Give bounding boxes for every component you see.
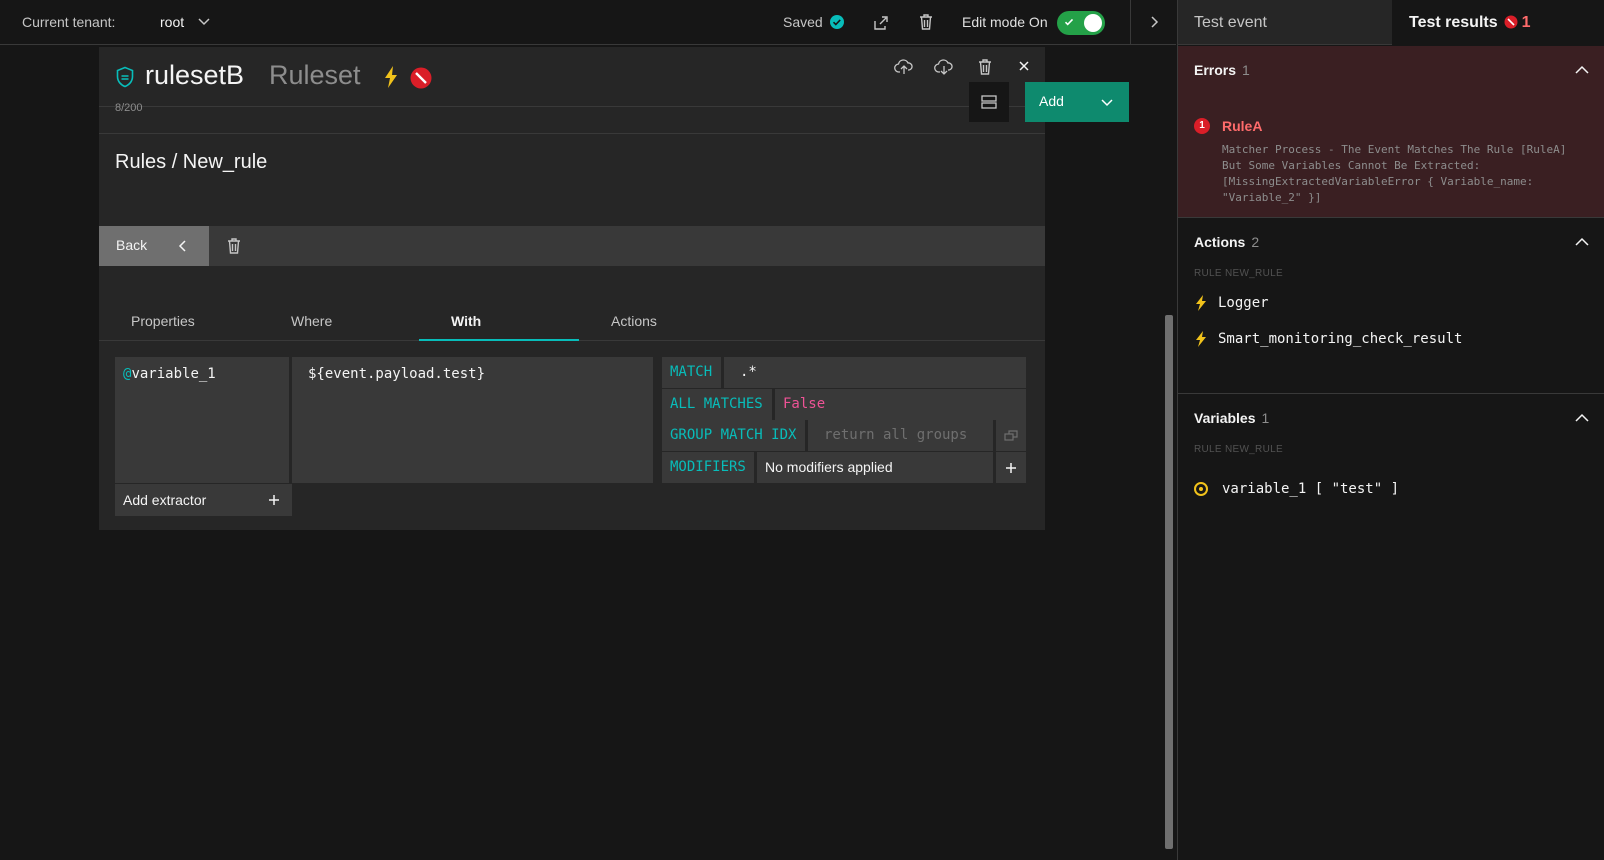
- error-rule-name[interactable]: RuleA: [1222, 118, 1262, 134]
- group-match-idx-input[interactable]: return all groups: [808, 420, 993, 451]
- chevron-right-icon: [1146, 14, 1162, 30]
- variables-group-label: RULE NEW_RULE: [1194, 444, 1283, 455]
- errors-count: 1: [1242, 62, 1250, 78]
- breadcrumb-area: Rules / New_rule: [99, 133, 1045, 225]
- tenant-select[interactable]: root: [160, 14, 184, 30]
- edit-mode-toggle[interactable]: [1057, 11, 1105, 35]
- tab-actions[interactable]: Actions: [579, 303, 739, 341]
- tenant-label: Current tenant:: [22, 14, 116, 30]
- variables-header[interactable]: Variables 1: [1178, 394, 1604, 442]
- test-results-label: Test results: [1409, 14, 1498, 31]
- all-matches-key: ALL MATCHES: [662, 389, 772, 420]
- close-icon[interactable]: [1016, 58, 1032, 74]
- edit-mode-label: Edit mode On: [962, 14, 1048, 30]
- add-extractor-label: Add extractor: [123, 492, 207, 508]
- tab-with[interactable]: With: [419, 303, 579, 341]
- upload-icon[interactable]: [894, 57, 914, 77]
- panel-toggle-button[interactable]: [1130, 0, 1176, 45]
- scrollbar-thumb[interactable]: [1165, 315, 1173, 849]
- variable-name: variable_1: [131, 366, 216, 382]
- toggle-knob: [1084, 14, 1102, 32]
- add-modifier-button[interactable]: [996, 452, 1026, 483]
- lightning-icon: [1194, 330, 1208, 348]
- tab-test-event[interactable]: Test event: [1178, 0, 1392, 45]
- lightning-icon: [1194, 294, 1208, 312]
- trash-icon[interactable]: [975, 57, 995, 77]
- add-button[interactable]: Add: [1025, 82, 1129, 122]
- tab-where[interactable]: Where: [259, 303, 419, 341]
- test-panel: Test event Test results 1 Errors 1 1 RuleA…: [1177, 0, 1604, 860]
- action-name: Smart_monitoring_check_result: [1218, 331, 1463, 347]
- top-bar: Current tenant: root Saved Edit mode On: [0, 0, 1176, 45]
- chevron-up-icon: [1573, 409, 1591, 427]
- variables-section: Variables 1 RULE NEW_RULE variable_1 [ "t…: [1178, 394, 1604, 514]
- actions-section: Actions 2 RULE NEW_RULE Logger Smart_moni…: [1178, 218, 1604, 394]
- match-input[interactable]: .*: [724, 357, 1026, 388]
- char-counter: 8/200: [115, 102, 143, 114]
- actions-count: 2: [1251, 234, 1260, 250]
- tab-test-results[interactable]: Test results 1: [1393, 0, 1604, 45]
- copy-icon: [1003, 428, 1019, 444]
- errors-title: Errors: [1194, 62, 1237, 78]
- editor-scrollbar[interactable]: [1162, 47, 1176, 860]
- check-icon: [1064, 17, 1074, 27]
- error-message: Matcher Process - The Event Matches The …: [1222, 143, 1567, 204]
- editor-header: rulesetB Ruleset: [99, 47, 1045, 107]
- download-icon[interactable]: [934, 57, 954, 77]
- ruleset-editor: rulesetB Ruleset 8/200 Rules / New_rule …: [99, 47, 1045, 530]
- match-key: MATCH: [662, 357, 721, 388]
- modifiers-value: No modifiers applied: [757, 452, 993, 483]
- actions-title: Actions: [1194, 234, 1246, 250]
- trash-icon[interactable]: [224, 236, 244, 256]
- saved-label: Saved: [783, 14, 823, 30]
- add-label: Add: [1039, 93, 1064, 109]
- link-icon[interactable]: [996, 420, 1026, 451]
- variable-expression-input[interactable]: ${event.payload.test}: [292, 357, 653, 483]
- actions-header[interactable]: Actions 2: [1178, 218, 1604, 266]
- chevron-up-icon: [1573, 233, 1591, 251]
- ruleset-type-label: Ruleset: [269, 60, 361, 90]
- plus-icon: [266, 492, 282, 508]
- layout-toggle-button[interactable]: [969, 82, 1009, 122]
- chevron-up-icon: [1573, 61, 1591, 79]
- variable-value: variable_1 [ "test" ]: [1222, 481, 1400, 497]
- chevron-down-icon[interactable]: [196, 13, 212, 29]
- rule-toolbar: Back: [99, 226, 1045, 266]
- chevron-down-icon: [1099, 94, 1115, 110]
- rule-tabs: Properties Where With Actions: [99, 303, 1045, 341]
- variables-title: Variables: [1194, 410, 1256, 426]
- lightning-icon: [383, 65, 399, 89]
- tab-properties[interactable]: Properties: [99, 303, 259, 341]
- modifiers-key: MODIFIERS: [662, 452, 754, 483]
- errors-header[interactable]: Errors 1: [1178, 46, 1604, 94]
- add-extractor-button[interactable]: Add extractor: [115, 484, 292, 516]
- chevron-left-icon: [175, 238, 191, 254]
- shield-icon: [115, 66, 135, 88]
- export-icon[interactable]: [871, 12, 891, 32]
- trash-icon[interactable]: [916, 12, 936, 32]
- variable-dot-icon: [1194, 482, 1208, 496]
- all-matches-value[interactable]: False: [775, 389, 1026, 420]
- saved-check-icon: [829, 14, 845, 30]
- variable-expression: ${event.payload.test}: [308, 366, 486, 382]
- back-label: Back: [116, 237, 148, 253]
- errors-section: Errors 1 1 RuleA Matcher Process - The Ev…: [1178, 46, 1604, 218]
- variable-name-input[interactable]: @variable_1: [115, 357, 289, 483]
- rows-icon: [980, 93, 998, 111]
- ruleset-name: rulesetB: [145, 60, 245, 90]
- plus-icon: [1003, 460, 1019, 476]
- action-name: Logger: [1218, 295, 1269, 311]
- error-icon: [1504, 15, 1518, 29]
- breadcrumb: Rules / New_rule: [115, 151, 268, 173]
- variables-count: 1: [1261, 410, 1270, 426]
- disabled-icon: [410, 67, 432, 89]
- back-button[interactable]: Back: [99, 226, 209, 266]
- actions-group-label: RULE NEW_RULE: [1194, 268, 1283, 279]
- results-error-count: 1: [1521, 14, 1531, 31]
- error-number-badge: 1: [1194, 118, 1210, 134]
- group-match-idx-key: GROUP MATCH IDX: [662, 420, 805, 451]
